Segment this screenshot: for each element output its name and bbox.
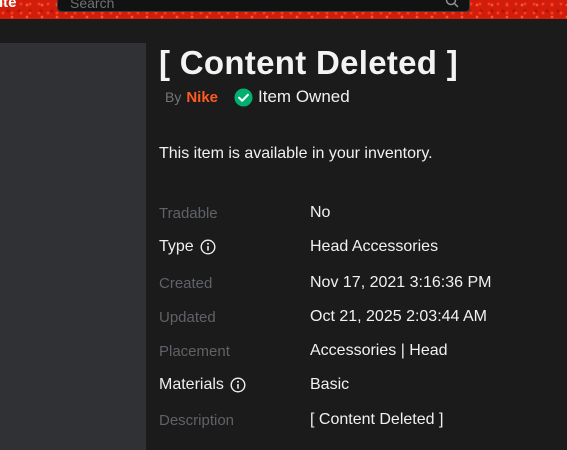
top-header: ite Search — [0, 0, 567, 19]
detail-value: Accessories | Head — [310, 342, 448, 359]
detail-value: Head Accessories — [310, 238, 439, 255]
detail-label: Updated — [159, 308, 216, 326]
check-circle-icon — [234, 87, 253, 107]
detail-value: Nov 17, 2021 3:16:36 PM — [310, 274, 492, 291]
detail-row-updated: Updated Oct 21, 2025 2:03:44 AM — [159, 306, 559, 328]
item-details-page: ite Search [ Content Deleted ] By Nike I… — [0, 0, 567, 450]
detail-label: Placement — [159, 342, 230, 360]
creator-row: By Nike Item Owned — [165, 87, 350, 107]
brand-logo-fragment[interactable]: ite — [0, 0, 17, 11]
info-icon[interactable] — [230, 377, 246, 393]
detail-row-materials: Materials Basic — [159, 374, 559, 396]
detail-row-tradable: Tradable No — [159, 202, 559, 224]
info-icon[interactable] — [200, 239, 216, 255]
by-label: By — [165, 89, 182, 105]
item-thumbnail-panel — [0, 43, 146, 450]
detail-value: Basic — [310, 376, 350, 393]
detail-label: Description — [159, 411, 235, 429]
detail-value: No — [310, 204, 331, 221]
detail-value: Oct 21, 2025 2:03:44 AM — [310, 308, 488, 325]
detail-label: Materials — [159, 376, 310, 394]
detail-label: Type — [159, 238, 310, 256]
creator-link[interactable]: Nike — [186, 89, 218, 106]
detail-row-created: Created Nov 17, 2021 3:16:36 PM — [159, 272, 559, 294]
search-placeholder: Search — [70, 0, 115, 11]
detail-label: Tradable — [159, 204, 218, 222]
detail-row-description: Description [ Content Deleted ] — [159, 409, 559, 431]
search-icon[interactable] — [445, 0, 459, 8]
detail-row-placement: Placement Accessories | Head — [159, 340, 559, 362]
availability-message: This item is available in your inventory… — [159, 145, 433, 162]
detail-row-type: Type Head Accessories — [159, 236, 559, 258]
search-input[interactable]: Search — [57, 0, 470, 12]
item-title: [ Content Deleted ] — [159, 44, 459, 81]
detail-value: [ Content Deleted ] — [310, 411, 444, 428]
item-owned-label: Item Owned — [258, 87, 350, 106]
detail-label: Created — [159, 274, 213, 292]
